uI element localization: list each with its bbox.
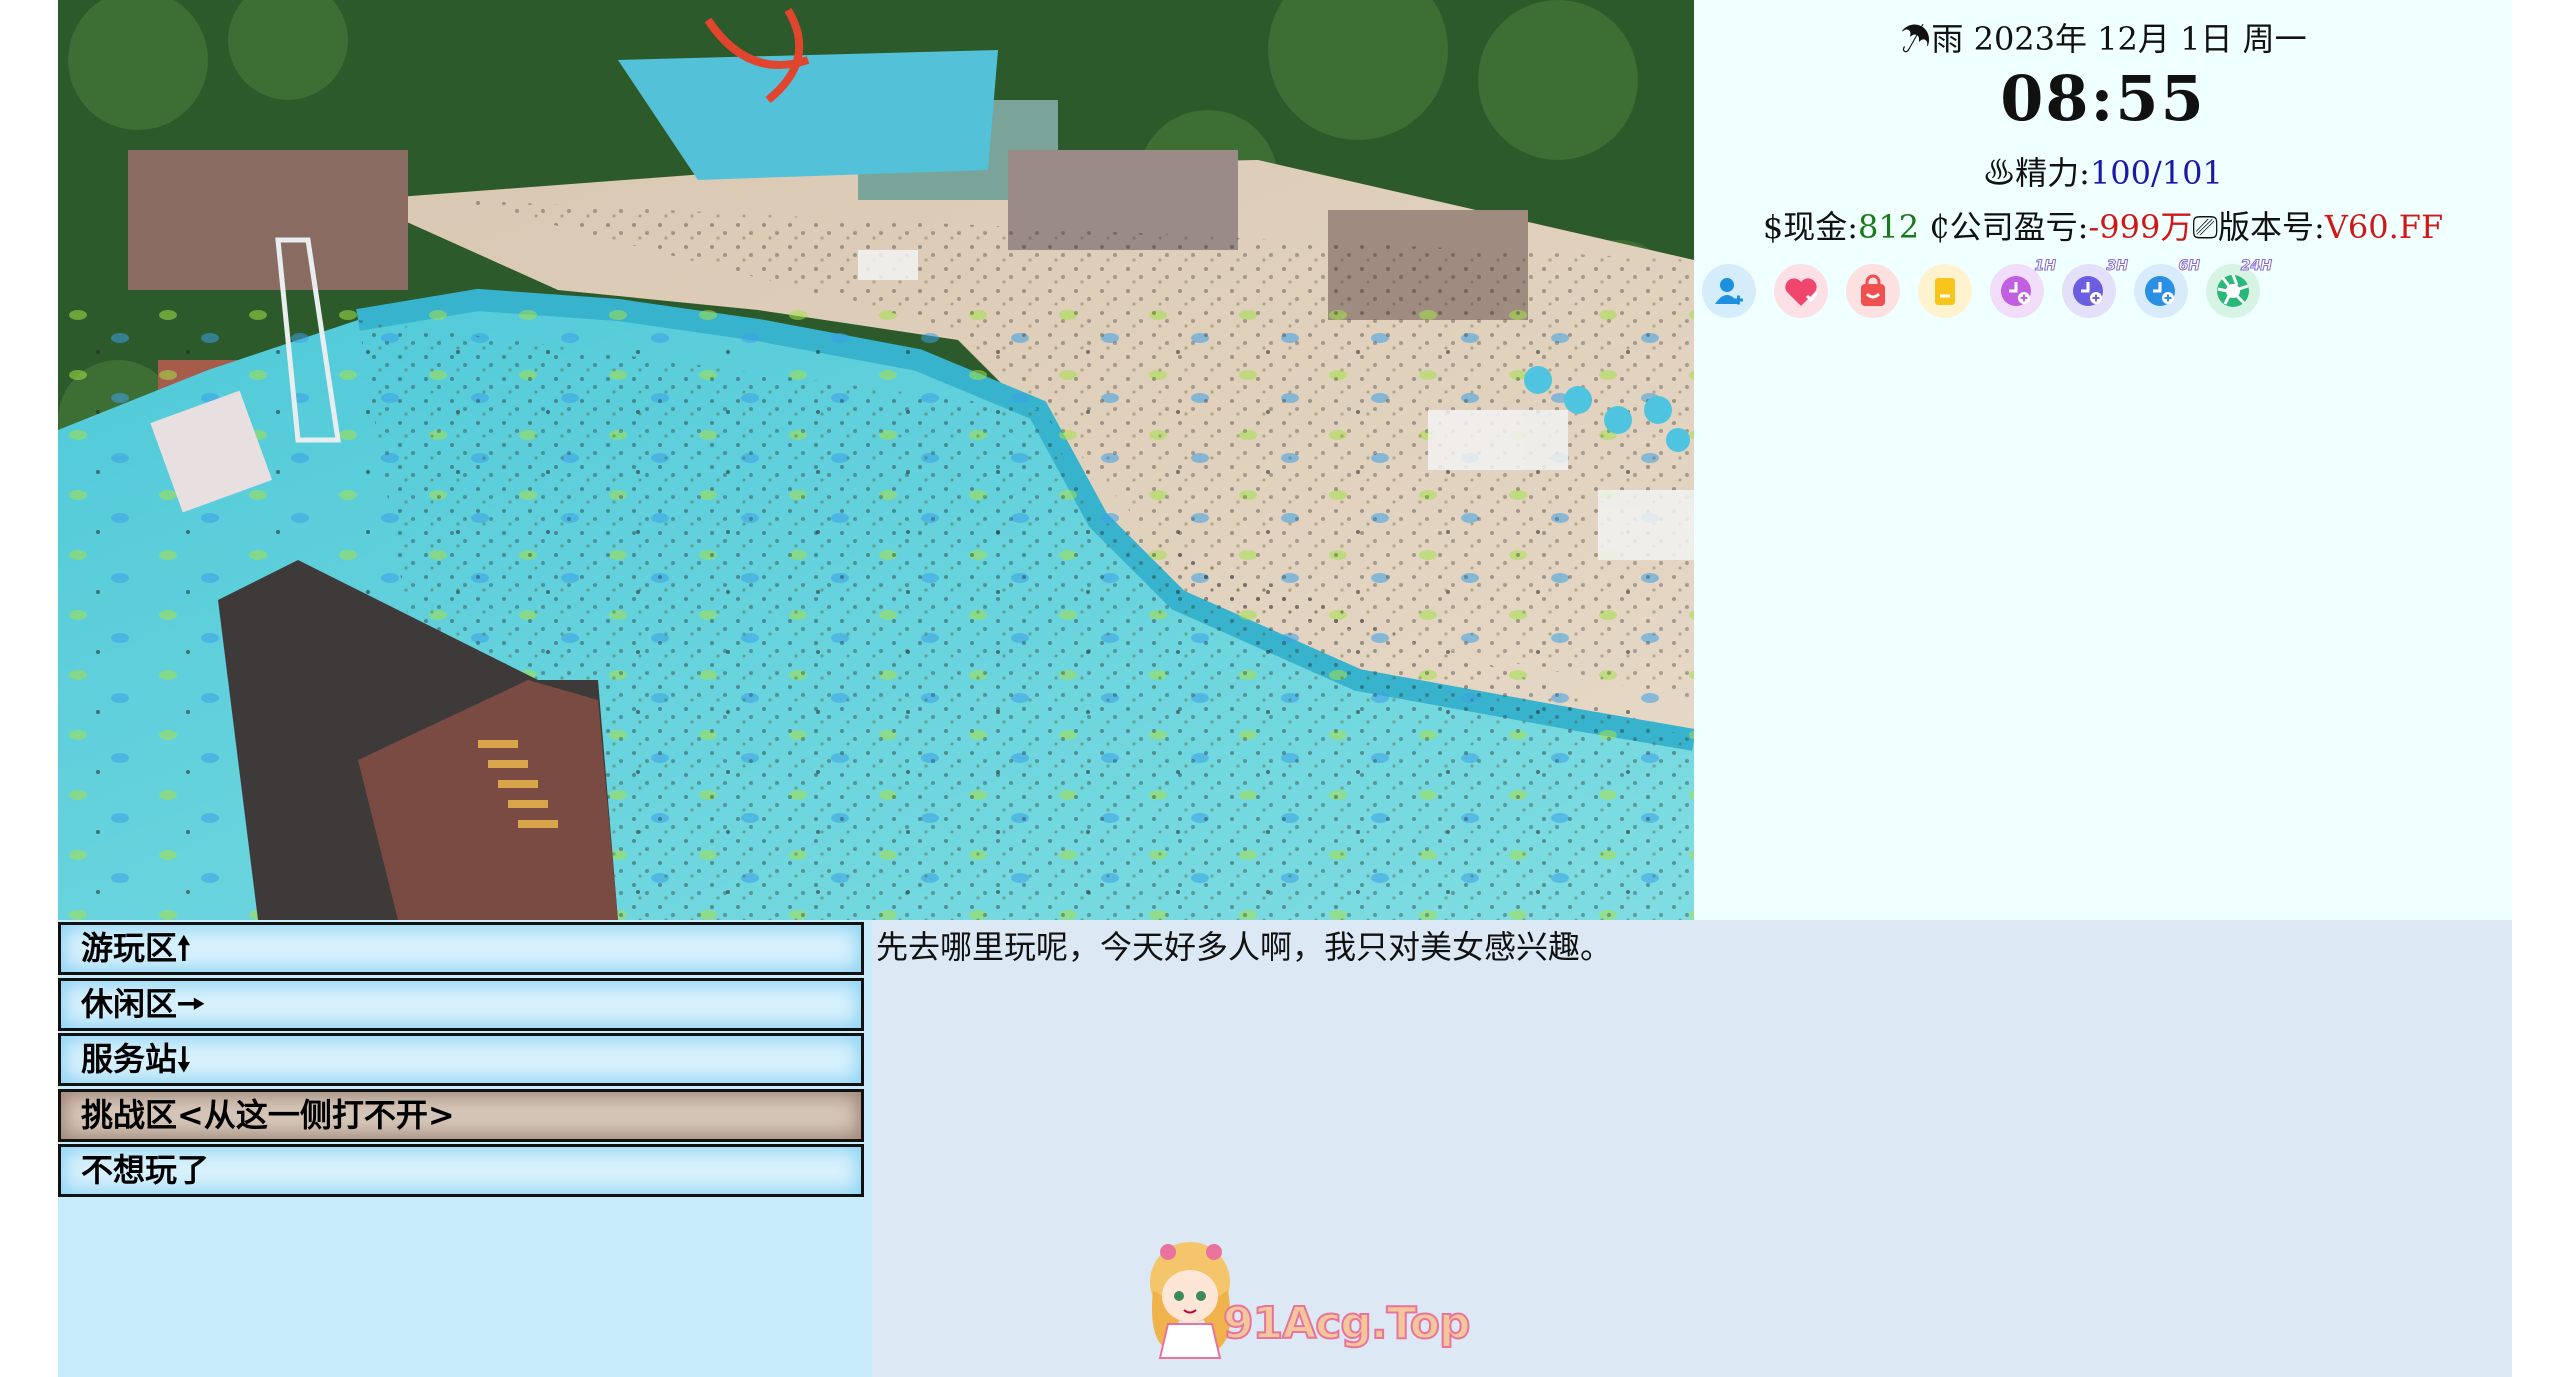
shop-app-icon[interactable] (1846, 264, 1900, 318)
app-icon-bar: 1H 3H 6H 24H (1702, 258, 2273, 318)
company-value: -999万 (2088, 208, 2193, 246)
dialog-panel: 先去哪里玩呢，今天好多人啊，我只对美女感兴趣。 (872, 920, 2512, 1377)
choice-button-5[interactable]: 不想玩了 (58, 1144, 864, 1197)
weather-text: 雨 (1931, 20, 1964, 58)
time-badge: 1H (2034, 258, 2056, 275)
hot-spring-icon: ♨ (1983, 154, 2016, 192)
scene-image (58, 0, 1694, 920)
wait-3h-icon[interactable]: 3H (2062, 258, 2129, 318)
status-panel: ☂雨 2023年 12月 1日 周一 08:55 ♨精力:100/101 $现金… (1694, 0, 2512, 920)
choice-menu: 游玩区🠕 休闲区🠖 服务站🠗 挑战区<从这一侧打不开> 不想玩了 (58, 920, 872, 1377)
notes-app-icon[interactable] (1918, 264, 1972, 318)
date-text: 2023年 12月 1日 周一 (1973, 20, 2307, 58)
dialog-text: 先去哪里玩呢，今天好多人啊，我只对美女感兴趣。 (876, 928, 1613, 966)
company-label: 公司盈亏: (1949, 208, 2089, 246)
clock: 08:55 (2000, 62, 2206, 135)
version-value: V60.FF (2324, 208, 2444, 246)
choice-button-1[interactable]: 游玩区🠕 (58, 922, 864, 975)
wait-6h-icon[interactable]: 6H (2134, 258, 2201, 318)
dollar-icon: $ (1762, 208, 1784, 246)
wait-1h-icon[interactable]: 1H (1990, 258, 2057, 318)
energy-line: ♨精力:100/101 (1694, 148, 2512, 194)
version-icon: ⎚ (2192, 208, 2218, 246)
choice-button-2[interactable]: 休闲区🠖 (58, 977, 864, 1031)
choice-button-3[interactable]: 服务站🠗 (58, 1033, 864, 1086)
choice-button-4[interactable]: 挑战区<从这一侧打不开> (58, 1088, 864, 1142)
umbrella-icon: ☂ (1899, 20, 1932, 58)
company-icon: ₵ (1929, 208, 1950, 246)
time-badge: 24H (2240, 258, 2272, 275)
energy-label: 精力: (2015, 154, 2090, 192)
version-label: 版本号: (2217, 208, 2325, 246)
weather-date-line: ☂雨 2023年 12月 1日 周一 (1694, 14, 2512, 60)
energy-value: 100/101 (2089, 154, 2223, 192)
time-badge: 3H (2106, 258, 2128, 275)
money-value: 812 (1858, 208, 1920, 246)
time-badge: 6H (2178, 258, 2200, 275)
wait-24h-icon[interactable]: 24H (2206, 258, 2273, 318)
favorites-app-icon[interactable] (1774, 264, 1828, 318)
money-label: 现金: (1783, 208, 1859, 246)
watermark-text: 91Acg.Top (1222, 1297, 1471, 1350)
money-line: $现金:812 ₵公司盈亏:-999万⎚版本号:V60.FF (1694, 202, 2512, 248)
contacts-app-icon[interactable] (1702, 264, 1756, 318)
watermark-logo: 91Acg.Top (1128, 1230, 1471, 1360)
